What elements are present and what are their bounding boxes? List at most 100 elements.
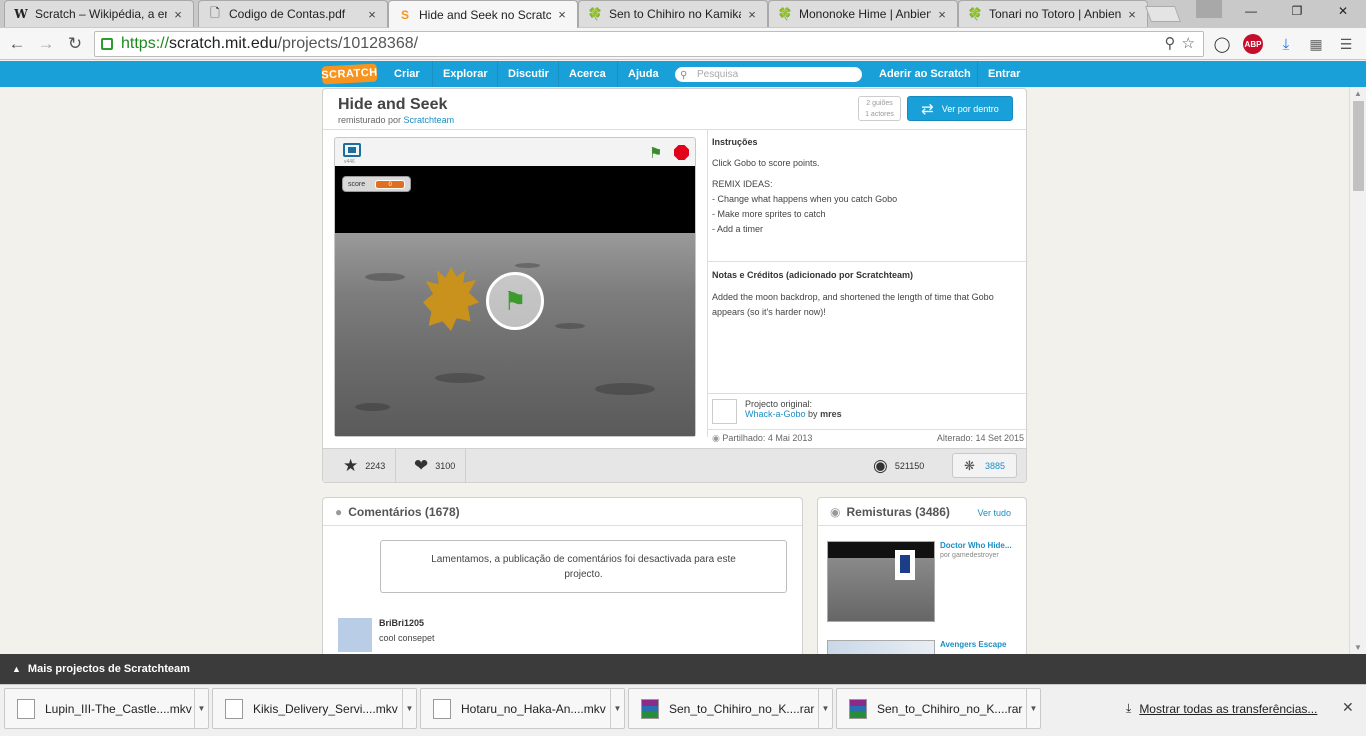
- scratch-logo[interactable]: SCRATCH: [321, 63, 378, 85]
- downloads-bar: Lupin_III-The_Castle....mkv ▼ Kikis_Deli…: [0, 684, 1366, 736]
- file-icon: [433, 698, 451, 719]
- remix-title[interactable]: Doctor Who Hide...: [940, 541, 1022, 550]
- browser-tab-totoro[interactable]: 🍀 Tonari no Totoro | Anbien ×: [958, 0, 1148, 27]
- browser-tab-chihiro[interactable]: 🍀 Sen to Chihiro no Kamika ×: [578, 0, 768, 27]
- address-bar[interactable]: https://scratch.mit.edu/projects/1012836…: [94, 31, 1204, 57]
- instructions-line: Click Gobo to score points.: [712, 158, 820, 168]
- download-icon[interactable]: ⤓: [1276, 34, 1296, 54]
- avatar[interactable]: [338, 618, 372, 652]
- remixed-by-link[interactable]: Scratchteam: [404, 115, 455, 125]
- fullscreen-icon[interactable]: [343, 143, 361, 157]
- love-button[interactable]: ❤ 3100: [404, 449, 467, 483]
- original-author[interactable]: mres: [820, 409, 842, 419]
- browser-tab-pdf[interactable]: 🗋 Codigo de Contas.pdf ×: [198, 0, 388, 27]
- nav-discutir[interactable]: Discutir: [497, 61, 559, 87]
- close-tab-icon[interactable]: ×: [935, 7, 949, 22]
- back-button[interactable]: ←: [7, 34, 27, 54]
- play-flag-button[interactable]: ⚑: [486, 272, 544, 330]
- stage[interactable]: score 0 ⚑: [335, 166, 695, 436]
- download-item[interactable]: Sen_to_Chihiro_no_K....rar ▼: [836, 688, 1041, 729]
- nav-ajuda[interactable]: Ajuda: [617, 61, 669, 87]
- heart-icon: ❤: [414, 456, 429, 475]
- maximize-button[interactable]: ❐: [1274, 0, 1320, 22]
- search-input[interactable]: ⚲ Pesquisa: [675, 67, 862, 82]
- more-projects-bar[interactable]: ▲ Mais projectos de Scratchteam: [0, 654, 1366, 684]
- browser-tab-scratch[interactable]: S Hide and Seek no Scratch ×: [388, 0, 578, 28]
- remix-thumbnail[interactable]: [827, 541, 935, 622]
- close-downloads-icon[interactable]: ✕: [1342, 699, 1354, 716]
- join-link[interactable]: Aderir ao Scratch: [869, 61, 981, 87]
- comments-header: ● Comentários (1678): [323, 498, 802, 526]
- remix-item[interactable]: Doctor Who Hide... por gamedestroyer: [827, 541, 1022, 623]
- project-panel: Hide and Seek remisturado por Scratchtea…: [322, 88, 1028, 483]
- green-flag-icon[interactable]: ⚑: [649, 144, 665, 162]
- views-stat: ◉ 521150: [863, 449, 934, 483]
- adblock-plus-icon[interactable]: ABP: [1243, 34, 1263, 54]
- extension-shield-icon[interactable]: ◯: [1212, 34, 1232, 54]
- remixed-by-prefix: remisturado por: [338, 115, 402, 125]
- favorite-button[interactable]: ★ 2243: [333, 449, 397, 483]
- forward-button[interactable]: →: [36, 34, 56, 54]
- divider: [708, 393, 1028, 394]
- browser-toolbar: ← → ↻ https://scratch.mit.edu/projects/1…: [0, 28, 1366, 60]
- signin-link[interactable]: Entrar: [977, 61, 1030, 87]
- browser-tab-mononoke[interactable]: 🍀 Mononoke Hime | Anbien ×: [768, 0, 958, 27]
- download-item[interactable]: Hotaru_no_Haka-An....mkv ▼: [420, 688, 625, 729]
- extension-icon[interactable]: ▦: [1306, 34, 1326, 54]
- stop-icon[interactable]: [674, 145, 689, 160]
- dropdown-arrow-icon[interactable]: ▼: [1026, 688, 1040, 729]
- scroll-up-icon[interactable]: ▲: [1354, 89, 1362, 98]
- dropdown-arrow-icon[interactable]: ▼: [402, 688, 416, 729]
- download-item[interactable]: Lupin_III-The_Castle....mkv ▼: [4, 688, 209, 729]
- user-profile-icon[interactable]: [1196, 0, 1222, 18]
- scrollbar-thumb[interactable]: [1353, 101, 1364, 191]
- dropdown-arrow-icon[interactable]: ▼: [194, 688, 208, 729]
- scratch-header: SCRATCH Criar Explorar Discutir Acerca A…: [0, 61, 1366, 87]
- minimize-button[interactable]: —: [1228, 0, 1274, 22]
- browser-tab-wikipedia[interactable]: W Scratch – Wikipédia, a en ×: [4, 0, 194, 27]
- comment-author[interactable]: BriBri1205: [379, 618, 435, 628]
- scratch-icon: S: [400, 7, 409, 22]
- remix-tree-count: 3885: [984, 460, 1005, 471]
- score-value: 0: [375, 179, 406, 189]
- new-tab-button[interactable]: [1145, 6, 1181, 22]
- comments-panel: ● Comentários (1678) Lamentamos, a publi…: [322, 497, 803, 657]
- download-filename: Kikis_Delivery_Servi....mkv: [253, 701, 398, 716]
- zoom-icon[interactable]: ⚲: [1165, 34, 1176, 52]
- nav-explorar[interactable]: Explorar: [432, 61, 498, 87]
- reload-button[interactable]: ↻: [65, 34, 85, 54]
- search-icon: ⚲: [680, 70, 688, 81]
- scroll-down-icon[interactable]: ▼: [1354, 643, 1362, 652]
- rar-archive-icon: [849, 698, 867, 719]
- eye-icon: ◉: [873, 456, 888, 475]
- bookmark-star-icon[interactable]: ☆: [1182, 34, 1195, 52]
- close-tab-icon[interactable]: ×: [1125, 7, 1139, 22]
- dropdown-arrow-icon[interactable]: ▼: [818, 688, 832, 729]
- remix-tree-button[interactable]: ❋ 3885: [952, 453, 1017, 478]
- notes-heading: Notas e Créditos (adicionado por Scratch…: [712, 270, 914, 280]
- download-item[interactable]: Kikis_Delivery_Servi....mkv ▼: [212, 688, 417, 729]
- search-placeholder: Pesquisa: [697, 69, 739, 80]
- menu-icon[interactable]: ☰: [1336, 34, 1356, 54]
- original-project-thumbnail[interactable]: [712, 399, 737, 424]
- close-tab-icon[interactable]: ×: [171, 7, 185, 22]
- download-filename: Hotaru_no_Haka-An....mkv: [461, 701, 606, 716]
- close-tab-icon[interactable]: ×: [365, 7, 379, 22]
- project-stats-bar: ★ 2243 ❤ 3100 ◉ 521150 ❋ 3885: [323, 448, 1026, 483]
- nav-acerca[interactable]: Acerca: [558, 61, 616, 87]
- moon-backdrop: [335, 233, 695, 436]
- download-item[interactable]: Sen_to_Chihiro_no_K....rar ▼: [628, 688, 833, 729]
- close-window-button[interactable]: ✕: [1320, 0, 1366, 22]
- original-project-link[interactable]: Whack-a-Gobo: [745, 409, 806, 419]
- see-inside-button[interactable]: ⇄ Ver por dentro: [907, 96, 1013, 121]
- dropdown-arrow-icon[interactable]: ▼: [610, 688, 624, 729]
- see-all-link[interactable]: Ver tudo: [977, 508, 1011, 518]
- remix-title[interactable]: Avengers Escape: [940, 640, 1022, 649]
- remixes-header: ◉ Remisturas (3486) Ver tudo: [818, 498, 1026, 526]
- page-scrollbar[interactable]: ▲ ▼: [1349, 87, 1366, 655]
- show-all-downloads-link[interactable]: ⤓ Mostrar todas as transferências...: [1126, 701, 1317, 716]
- close-tab-icon[interactable]: ×: [745, 7, 759, 22]
- instructions-line: - Add a timer: [712, 224, 764, 234]
- nav-criar[interactable]: Criar: [384, 61, 430, 87]
- close-tab-icon[interactable]: ×: [555, 7, 569, 22]
